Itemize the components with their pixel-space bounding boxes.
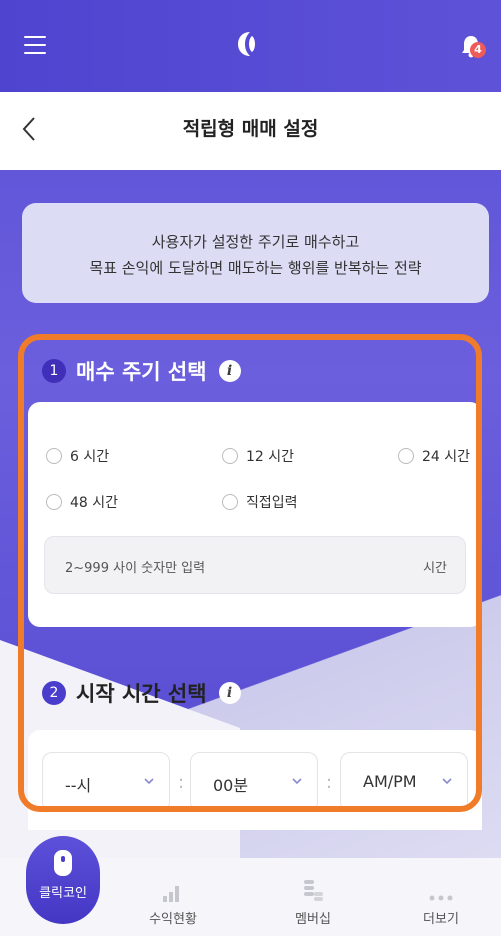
buy-interval-card: 6 시간 12 시간 24 시간 48 시간 직접입력 2~999 사이 숫자만… [28, 402, 482, 627]
nav-membership[interactable]: 멤버십 [268, 876, 358, 927]
description-line-2: 목표 손익에 도달하면 매도하는 행위를 반복하는 전략 [89, 259, 422, 277]
radio-circle [46, 494, 62, 510]
option-12h[interactable]: 12 시간 [222, 446, 294, 466]
coins-icon [304, 880, 323, 901]
menu-icon[interactable] [24, 36, 46, 54]
input-unit: 시간 [423, 561, 447, 576]
section-1-heading: 1 매수 주기 선택 i [42, 356, 241, 386]
custom-interval-input[interactable]: 2~999 사이 숫자만 입력 시간 [44, 536, 466, 594]
click-coin-button[interactable]: 클릭코인 [26, 836, 100, 924]
radio-circle [222, 448, 238, 464]
more-icon [429, 895, 453, 901]
chevron-down-icon [144, 778, 154, 785]
strategy-description: 사용자가 설정한 주기로 매수하고 목표 손익에 도달하면 매도하는 행위를 반… [22, 203, 489, 303]
mouse-icon [54, 850, 72, 876]
logo-icon [238, 32, 255, 56]
info-icon[interactable]: i [218, 682, 241, 704]
nav-more[interactable]: 더보기 [396, 876, 486, 927]
option-label: 12 시간 [246, 449, 295, 465]
minute-select[interactable]: 00분 [190, 752, 318, 812]
info-icon[interactable]: i [218, 360, 241, 382]
hour-value: --시 [65, 776, 92, 795]
radio-circle [46, 448, 62, 464]
radio-circle [222, 494, 238, 510]
minute-value: 00분 [213, 776, 249, 795]
click-coin-label: 클릭코인 [39, 886, 87, 901]
section-1-number: 1 [42, 359, 66, 383]
option-48h[interactable]: 48 시간 [46, 492, 118, 512]
description-line-1: 사용자가 설정한 주기로 매수하고 [151, 233, 360, 251]
chevron-down-icon [292, 778, 302, 785]
start-time-card: --시 : 00분 : AM/PM [28, 730, 482, 830]
section-2-number: 2 [42, 681, 66, 705]
input-placeholder: 2~999 사이 숫자만 입력 [65, 561, 206, 576]
option-24h[interactable]: 24 시간 [398, 446, 470, 466]
option-custom[interactable]: 직접입력 [222, 492, 298, 512]
nav-profit-label: 수익현황 [149, 912, 197, 927]
option-label: 6 시간 [70, 449, 110, 465]
section-2-heading: 2 시작 시간 선택 i [42, 678, 241, 708]
option-label: 48 시간 [70, 495, 119, 511]
radio-circle [398, 448, 414, 464]
notification-badge: 4 [470, 42, 486, 58]
chevron-down-icon [442, 778, 452, 785]
hour-select[interactable]: --시 [42, 752, 170, 812]
option-6h[interactable]: 6 시간 [46, 446, 109, 466]
time-separator: : [326, 772, 333, 793]
ampm-select[interactable]: AM/PM [340, 752, 468, 812]
bell-icon[interactable]: 4 [458, 34, 492, 64]
nav-membership-label: 멤버십 [295, 912, 331, 927]
section-2-title: 시작 시간 선택 [76, 682, 207, 706]
top-bar: 4 [0, 0, 501, 92]
ampm-value: AM/PM [363, 772, 417, 791]
option-label: 24 시간 [422, 449, 471, 465]
nav-more-label: 더보기 [423, 912, 459, 927]
time-separator: : [178, 772, 185, 793]
chart-icon [163, 886, 179, 902]
page-header: 적립형 매매 설정 [0, 92, 501, 170]
section-1-title: 매수 주기 선택 [76, 360, 207, 384]
option-label: 직접입력 [246, 495, 298, 511]
page-title: 적립형 매매 설정 [182, 118, 319, 140]
app-frame: 4 적립형 매매 설정 사용자가 설정한 주기로 매수하고 목표 손익에 도달하… [0, 0, 501, 936]
nav-profit[interactable]: 수익현황 [128, 876, 218, 927]
